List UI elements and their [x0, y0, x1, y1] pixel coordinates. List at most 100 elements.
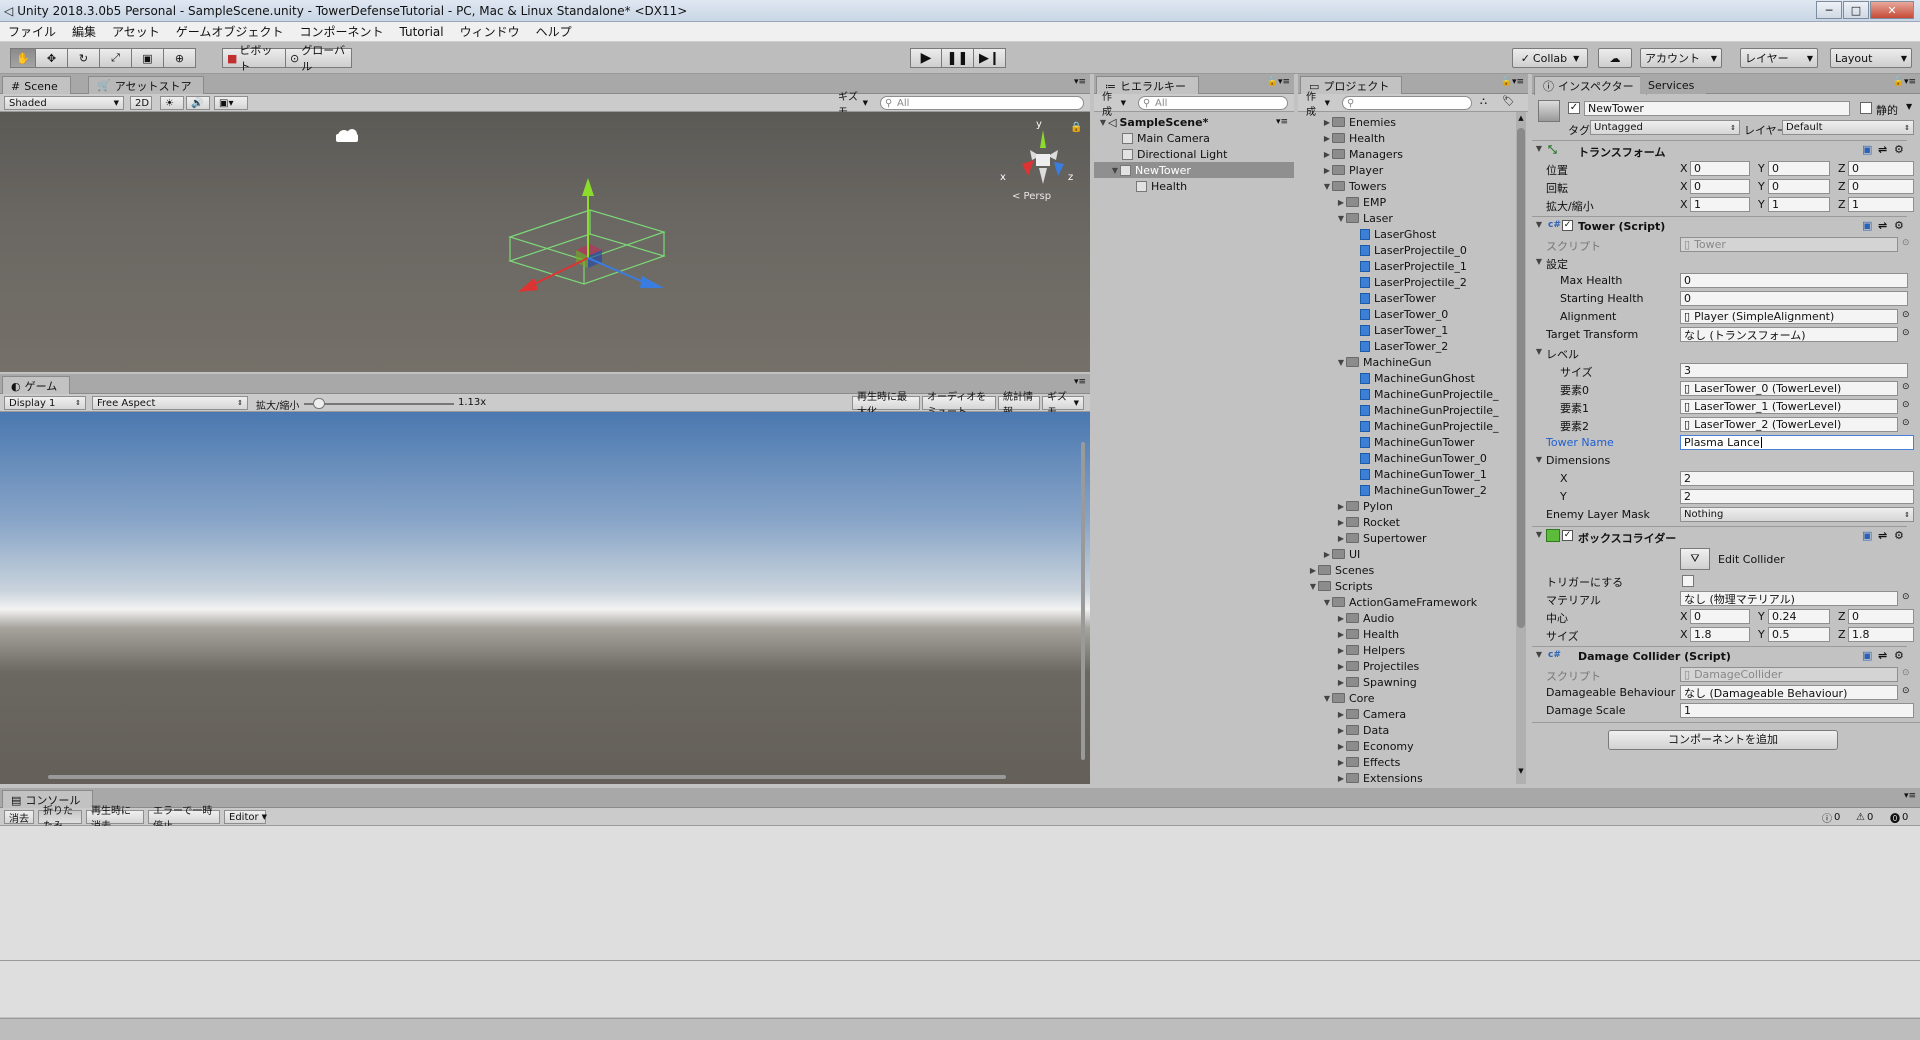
- object-picker-icon[interactable]: ⊙: [1902, 328, 1910, 338]
- material-field[interactable]: なし (物理マテリアル): [1680, 591, 1898, 606]
- project-item[interactable]: ▼ ActionGameFramework: [1322, 594, 1477, 610]
- project-item[interactable]: ▶ Health: [1322, 130, 1385, 146]
- expand-arrow-icon[interactable]: ▶: [1322, 550, 1332, 559]
- account-dropdown[interactable]: アカウント ▼: [1640, 48, 1722, 68]
- project-search-input[interactable]: ⚲: [1342, 96, 1472, 110]
- project-item[interactable]: ▼ Laser: [1336, 210, 1393, 226]
- project-item[interactable]: ▶ Extensions: [1336, 770, 1423, 785]
- error-count-toggle[interactable]: ⓿0: [1886, 810, 1916, 825]
- maximize-on-play-toggle[interactable]: 再生時に最大化: [852, 392, 920, 418]
- level-element-0-field[interactable]: ▯ LaserTower_0 (TowerLevel): [1680, 381, 1898, 396]
- center-y-field[interactable]: 0.24: [1768, 609, 1830, 624]
- expand-arrow-icon[interactable]: ▶: [1336, 774, 1346, 783]
- scale-x-field[interactable]: 1: [1690, 197, 1750, 212]
- object-picker-icon[interactable]: ⊙: [1902, 592, 1910, 602]
- object-picker-icon[interactable]: ⊙: [1902, 668, 1910, 678]
- minimize-button[interactable]: ─: [1816, 1, 1842, 19]
- tree-item-main-camera[interactable]: Main Camera: [1122, 130, 1210, 146]
- layers-dropdown[interactable]: レイヤー ▼: [1740, 48, 1818, 68]
- scale-y-field[interactable]: 1: [1768, 197, 1830, 212]
- move-tool-icon[interactable]: ✥: [36, 48, 68, 68]
- project-item[interactable]: ▶ EMP: [1336, 194, 1386, 210]
- object-picker-icon[interactable]: ⊙: [1902, 382, 1910, 392]
- project-item[interactable]: LaserProjectile_1: [1350, 258, 1467, 274]
- tab-scene[interactable]: # Scene: [2, 76, 71, 95]
- tab-asset-store[interactable]: 🛒 アセットストア: [88, 76, 205, 94]
- project-item[interactable]: ▶ Spawning: [1336, 674, 1417, 690]
- scene-viewport[interactable]: y x z 🔒 < Persp: [0, 112, 1090, 372]
- dimensions-foldout[interactable]: ▼ Dimensions: [1532, 452, 1907, 470]
- layer-dropdown[interactable]: Default ⇕: [1782, 120, 1914, 135]
- gear-icon[interactable]: ⚙: [1894, 529, 1904, 542]
- transform-header[interactable]: ▼ ⤡ トランスフォーム ▣ ⇌ ⚙: [1532, 140, 1907, 160]
- project-item[interactable]: MachineGunTower: [1350, 434, 1474, 450]
- project-item[interactable]: ▶ Player: [1322, 162, 1383, 178]
- help-book-icon[interactable]: ▣: [1862, 219, 1872, 232]
- project-item[interactable]: ▶ Enemies: [1322, 114, 1396, 130]
- center-z-field[interactable]: 0: [1848, 609, 1914, 624]
- expand-arrow-icon[interactable]: ▼: [1534, 144, 1544, 153]
- expand-arrow-icon[interactable]: ▶: [1336, 198, 1346, 207]
- project-item[interactable]: ▶ Helpers: [1336, 642, 1405, 658]
- expand-arrow-icon[interactable]: ▼: [1322, 182, 1332, 191]
- max-health-field[interactable]: 0: [1680, 273, 1908, 288]
- project-item[interactable]: LaserProjectile_2: [1350, 274, 1467, 290]
- project-item[interactable]: MachineGunProjectile_: [1350, 402, 1499, 418]
- project-item[interactable]: ▶ Data: [1336, 722, 1389, 738]
- persp-label[interactable]: < Persp: [1012, 191, 1051, 202]
- project-item[interactable]: ▶ UI: [1322, 546, 1360, 562]
- damage-scale-field[interactable]: 1: [1680, 703, 1914, 718]
- preset-icon[interactable]: ⇌: [1878, 529, 1887, 542]
- layout-dropdown[interactable]: Layout ▼: [1830, 48, 1912, 68]
- help-book-icon[interactable]: ▣: [1862, 649, 1872, 662]
- maximize-button[interactable]: □: [1843, 1, 1869, 19]
- menu-edit[interactable]: 編集: [64, 23, 104, 40]
- project-item[interactable]: ▼ Core: [1322, 690, 1375, 706]
- expand-arrow-icon[interactable]: ▶: [1336, 630, 1346, 639]
- display-dropdown[interactable]: Display 1 ⇕: [4, 396, 86, 410]
- project-item[interactable]: ▼ MachineGun: [1336, 354, 1432, 370]
- clear-button[interactable]: 消去: [4, 810, 34, 825]
- game-vertical-scrollbar[interactable]: [1081, 442, 1085, 760]
- starting-health-field[interactable]: 0: [1680, 291, 1908, 306]
- expand-arrow-icon[interactable]: ▶: [1336, 726, 1346, 735]
- expand-arrow-icon[interactable]: ▼: [1098, 118, 1108, 127]
- error-pause-toggle[interactable]: エラーで一時停止: [148, 806, 220, 832]
- collab-dropdown[interactable]: ✓ Collab ▼: [1512, 48, 1588, 68]
- tree-item-newtower[interactable]: ▼ NewTower: [1094, 162, 1294, 178]
- hierarchy-create-dropdown[interactable]: 作成 ▼: [1098, 92, 1130, 118]
- preset-icon[interactable]: ⇌: [1878, 219, 1887, 232]
- project-item[interactable]: ▶ Projectiles: [1336, 658, 1419, 674]
- project-item[interactable]: ▶ Audio: [1336, 610, 1394, 626]
- project-item[interactable]: ▶ Pylon: [1336, 498, 1393, 514]
- is-trigger-checkbox[interactable]: [1682, 575, 1694, 587]
- gear-icon[interactable]: ⚙: [1894, 219, 1904, 232]
- size-z-field[interactable]: 1.8: [1848, 627, 1914, 642]
- shading-dropdown[interactable]: Shaded ▼: [4, 96, 124, 110]
- project-item[interactable]: LaserTower_1: [1350, 322, 1448, 338]
- help-book-icon[interactable]: ▣: [1862, 529, 1872, 542]
- menu-component[interactable]: コンポーネント: [291, 23, 391, 40]
- add-component-button[interactable]: コンポーネントを追加: [1608, 730, 1838, 750]
- project-item[interactable]: ▶ Supertower: [1336, 530, 1427, 546]
- transform-tool-icon[interactable]: ⊕: [164, 48, 196, 68]
- project-item[interactable]: ▶ Scenes: [1308, 562, 1374, 578]
- expand-arrow-icon[interactable]: ▼: [1110, 166, 1120, 175]
- position-y-field[interactable]: 0: [1768, 161, 1830, 176]
- expand-arrow-icon[interactable]: ▶: [1336, 646, 1346, 655]
- collapse-toggle[interactable]: 折りたたみ: [38, 806, 82, 832]
- step-button[interactable]: ▶❙: [974, 48, 1006, 68]
- expand-arrow-icon[interactable]: ▼: [1534, 455, 1544, 464]
- expand-arrow-icon[interactable]: ▶: [1336, 710, 1346, 719]
- expand-arrow-icon[interactable]: ▼: [1322, 598, 1332, 607]
- project-item[interactable]: MachineGunProjectile_: [1350, 418, 1499, 434]
- gizmo-lock-icon[interactable]: 🔒: [1070, 121, 1082, 133]
- menu-help[interactable]: ヘルプ: [528, 23, 580, 40]
- project-item[interactable]: ▶ Economy: [1336, 738, 1414, 754]
- expand-arrow-icon[interactable]: ▼: [1534, 220, 1544, 229]
- lighting-toggle-icon[interactable]: ☀: [160, 96, 184, 110]
- project-item[interactable]: LaserTower_2: [1350, 338, 1448, 354]
- position-z-field[interactable]: 0: [1848, 161, 1914, 176]
- scene-menu-icon[interactable]: ▾≡: [1276, 117, 1288, 127]
- scale-z-field[interactable]: 1: [1848, 197, 1914, 212]
